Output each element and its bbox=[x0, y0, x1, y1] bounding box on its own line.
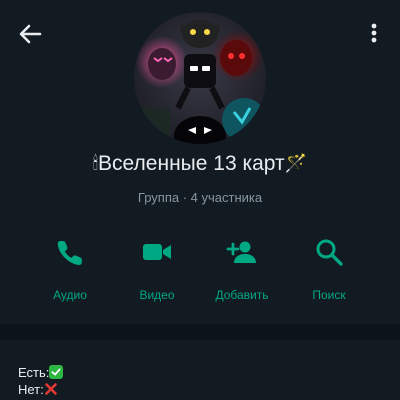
more-vert-icon bbox=[371, 23, 377, 43]
video-call-button[interactable]: Видео bbox=[117, 232, 197, 304]
back-button[interactable] bbox=[14, 18, 46, 50]
group-title-text: Вселенные 13 карт bbox=[98, 152, 285, 175]
group-avatar-image bbox=[134, 12, 266, 144]
audio-call-button[interactable]: Аудио bbox=[30, 232, 110, 304]
add-member-button[interactable]: Добавить bbox=[202, 232, 282, 304]
search-label: Поиск bbox=[312, 288, 346, 302]
group-avatar[interactable] bbox=[134, 12, 266, 144]
group-title: 🕯Вселенные 13 карт🪄 bbox=[0, 152, 400, 176]
search-icon bbox=[316, 239, 343, 266]
add-label: Добавить bbox=[215, 288, 269, 302]
search-button[interactable]: Поиск bbox=[289, 232, 369, 304]
yes-label: Есть: bbox=[18, 365, 50, 380]
video-camera-icon bbox=[143, 244, 171, 260]
add-person-icon bbox=[226, 241, 256, 263]
magic-wand-icon: 🪄 bbox=[284, 153, 308, 174]
arrow-left-icon bbox=[19, 24, 42, 44]
phone-icon bbox=[57, 241, 82, 266]
group-subtitle: Группа · 4 участника bbox=[137, 190, 263, 205]
section-divider bbox=[0, 324, 400, 340]
group-description: Есть: Нет: bbox=[18, 364, 64, 398]
action-bar: Аудио Видео Добавить Поиск bbox=[0, 232, 400, 304]
more-options-button[interactable] bbox=[362, 18, 386, 50]
audio-label: Аудио bbox=[53, 288, 87, 302]
check-mark-icon bbox=[49, 365, 64, 379]
cross-mark-icon bbox=[44, 383, 57, 395]
description-line-yes: Есть: bbox=[18, 364, 64, 381]
no-label: Нет: bbox=[18, 382, 44, 397]
video-label: Видео bbox=[139, 288, 175, 302]
description-line-no: Нет: bbox=[18, 381, 63, 398]
